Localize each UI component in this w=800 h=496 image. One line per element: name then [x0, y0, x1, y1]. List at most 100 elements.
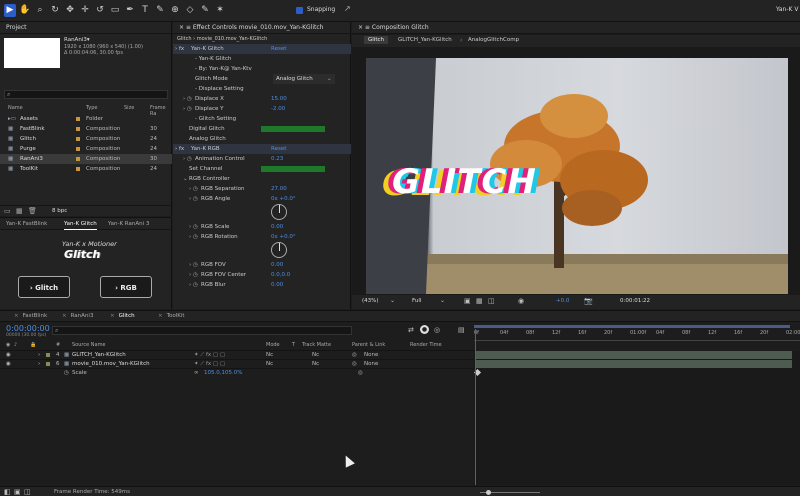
roto-tool-icon[interactable]: ✎ [199, 4, 211, 17]
graph-editor-icon[interactable]: ▤ [458, 326, 465, 334]
timeline-timecode[interactable]: 0:00:00:00 [6, 324, 50, 333]
breadcrumb-1[interactable]: GLITCH_Yan-KGlitch [398, 37, 452, 43]
layer-track[interactable]: Nc [312, 351, 319, 360]
transfer-icon[interactable]: ▣ [14, 488, 21, 496]
effect-row[interactable]: - Displace Setting [173, 84, 351, 94]
plugin-tab[interactable]: Yan-K RanAni 3 [108, 219, 149, 229]
label-color[interactable] [76, 117, 80, 121]
zoom-tool-icon[interactable]: ⌕ [34, 4, 46, 17]
orbit-tool-icon[interactable]: ↻ [49, 4, 61, 17]
work-area-bar[interactable] [474, 325, 790, 328]
channel-icon[interactable]: ◉ [518, 297, 524, 305]
effect-row[interactable]: ⌄ RGB Controller [173, 174, 351, 184]
effect-value[interactable]: Reset [271, 144, 286, 154]
effect-value[interactable]: 27.00 [271, 184, 287, 194]
col-mode[interactable]: Mode [266, 342, 280, 348]
pen-tool-icon[interactable]: ✒ [124, 4, 136, 17]
label-color[interactable] [76, 137, 80, 141]
type-tool-icon[interactable]: T [139, 4, 151, 17]
glitch-button[interactable]: › Glitch [18, 276, 70, 298]
list-item[interactable]: ▸▭ Assets Folder [0, 114, 172, 124]
rect-tool-icon[interactable]: ▭ [109, 4, 121, 17]
pickwhip-icon[interactable]: ◎ [352, 351, 357, 360]
stopwatch-icon[interactable]: › ◷ [189, 280, 198, 290]
layer-bar-6[interactable] [476, 360, 792, 368]
angle-dial[interactable] [271, 242, 287, 258]
pickwhip-icon[interactable]: ◎ [352, 360, 357, 369]
stopwatch-icon[interactable]: › ◷ [189, 194, 198, 204]
layer-mode[interactable]: Nc [266, 360, 273, 369]
solo-icon[interactable]: ● [420, 325, 429, 334]
eye-icon[interactable]: ◉ [6, 351, 11, 360]
stopwatch-icon[interactable]: › ◷ [183, 104, 192, 114]
label-color[interactable] [46, 362, 50, 366]
col-parent[interactable]: Parent & Link [352, 342, 385, 348]
layer-parent[interactable]: None [364, 360, 378, 369]
close-icon[interactable]: × ≡ [358, 24, 372, 31]
effect-row[interactable]: › ◷ Animation Control 0.23 [173, 154, 351, 164]
timecode[interactable]: 0:00:01:22 [620, 298, 650, 304]
close-icon[interactable]: × ≡ [179, 24, 193, 31]
effect-row[interactable]: › ◷ Displace Y -2.00 [173, 104, 351, 114]
table-row[interactable]: ◉ › 4 ▦ GLITCH_Yan-KGlitch ✦ ⟋ fx ▢ ▢ Nc Nc ◎ Non… [0, 351, 474, 360]
effect-value[interactable]: 0.00 [271, 260, 283, 270]
list-item[interactable]: ▦ FastBlink Composition 30 [0, 124, 172, 134]
stopwatch-icon[interactable]: › ◷ [189, 270, 198, 280]
effect-row[interactable]: › ◷ RGB Angle 0x +0.0° [173, 194, 351, 204]
breadcrumb-2[interactable]: AnalogGlitchComp [468, 37, 519, 43]
pan-behind-tool-icon[interactable]: ✥ [64, 4, 76, 17]
hand-tool-icon[interactable]: ✋ [19, 4, 31, 17]
color-bar[interactable] [261, 126, 325, 132]
effect-row[interactable]: › ◷ RGB Scale 0.00 [173, 222, 351, 232]
effect-value[interactable]: 0.00 [271, 222, 283, 232]
composition-tab[interactable]: × ≡ Composition Glitch [352, 22, 800, 34]
effect-row[interactable]: › ◷ RGB FOV Center 0.0,0.0 [173, 270, 351, 280]
close-icon[interactable]: × [14, 313, 19, 319]
comp-icon[interactable]: ▦ [16, 207, 23, 215]
list-item[interactable]: ▦ RanAni3 Composition 30 [0, 154, 172, 164]
effect-value[interactable]: Reset [271, 44, 286, 54]
stopwatch-icon[interactable]: › ◷ [189, 184, 198, 194]
exposure-value[interactable]: +0.0 [556, 298, 569, 304]
label-color[interactable] [76, 157, 80, 161]
layer-name[interactable]: movie_010.mov_Yan-KGlitch [72, 360, 150, 369]
effect-value[interactable]: -2.00 [271, 104, 285, 114]
col-size[interactable]: Size [124, 105, 134, 111]
draft-3d-icon[interactable]: ◎ [434, 326, 440, 334]
timeline-search[interactable]: ⌕ [52, 326, 352, 335]
effect-row[interactable]: Analog Glitch [173, 134, 351, 144]
eraser-tool-icon[interactable]: ◇ [184, 4, 196, 17]
effect-value[interactable]: Analog Glitch [273, 74, 335, 84]
stopwatch-icon[interactable]: › ◷ [189, 232, 198, 242]
breadcrumb-0[interactable]: Glitch [364, 36, 388, 44]
snapping-checkbox[interactable] [296, 7, 303, 14]
color-bar[interactable] [261, 166, 325, 172]
zoom-dropdown[interactable]: (43%) [362, 298, 379, 304]
close-icon[interactable]: × [62, 313, 67, 319]
effect-row[interactable]: Glitch Mode Analog Glitch ⌄ [173, 74, 351, 84]
snapping-icon[interactable]: ↗ [344, 4, 351, 13]
stopwatch-icon[interactable]: › ◷ [189, 260, 198, 270]
stopwatch-icon[interactable]: ◷ [64, 369, 69, 378]
grid-icon[interactable]: ▦ [476, 297, 483, 305]
col-type[interactable]: Type [86, 105, 97, 111]
label-color[interactable] [76, 127, 80, 131]
timeline-tab[interactable]: × RanAni3 [62, 311, 93, 321]
resolution-dropdown[interactable]: Full [412, 298, 421, 304]
layer-bar-4[interactable] [476, 351, 792, 359]
fx-icon[interactable]: › fx [175, 44, 184, 54]
bpc-button[interactable]: 8 bpc [52, 208, 67, 214]
table-row[interactable]: ◉ › 6 ▦ movie_010.mov_Yan-KGlitch ✦ ⟋ fx ▢ ▢ N… [0, 360, 474, 369]
timeline-tab[interactable]: × Glitch [110, 311, 135, 321]
camera-icon[interactable]: 📷 [584, 297, 593, 305]
layer-name[interactable]: GLITCH_Yan-KGlitch [72, 351, 126, 360]
switches[interactable]: ✦ ⟋ fx ▢ ▢ [194, 360, 225, 369]
brush-tool-icon[interactable]: ✎ [154, 4, 166, 17]
clone-tool-icon[interactable]: ⊕ [169, 4, 181, 17]
plugin-tab[interactable]: Yan-K Glitch [64, 219, 97, 230]
label-color[interactable] [76, 147, 80, 151]
move-tool-icon[interactable]: ✛ [79, 4, 91, 17]
close-icon[interactable]: × [110, 313, 115, 319]
scale-value[interactable]: 105.0,105.0% [204, 369, 242, 378]
comp-flow-icon[interactable]: ⇄ [408, 326, 414, 334]
